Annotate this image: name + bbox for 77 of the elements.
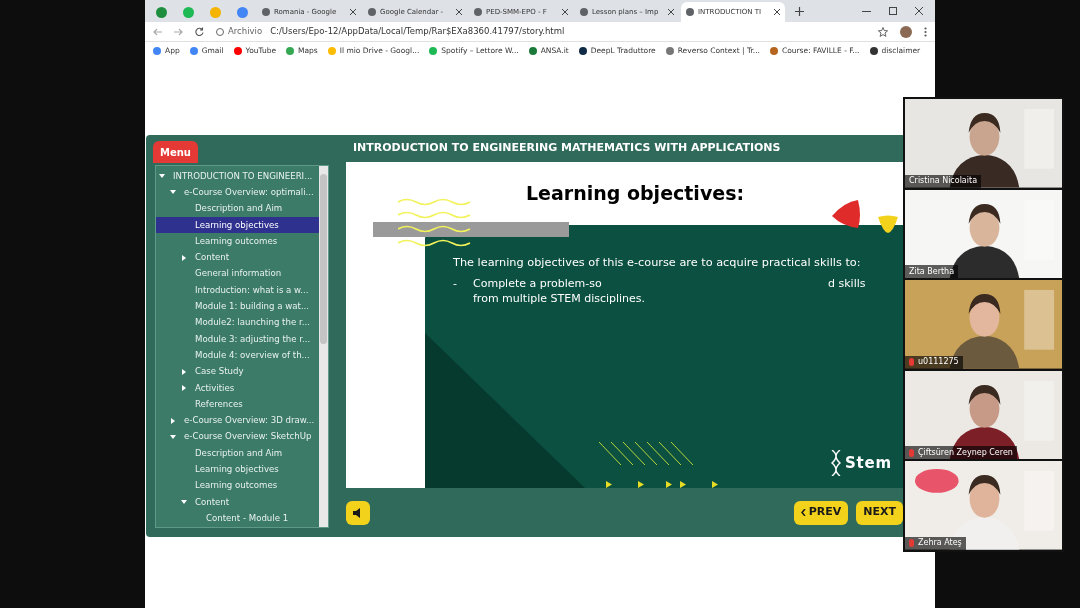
participant-name: Cristina Nicolaita (909, 175, 978, 188)
star-icon[interactable] (878, 26, 888, 37)
menu-item[interactable]: Learning objectives (156, 461, 319, 478)
menu-button[interactable]: Menu (153, 141, 198, 163)
sound-button[interactable] (346, 500, 370, 525)
participant-name: Zita Bertha (909, 265, 955, 278)
more-icon[interactable] (924, 26, 927, 37)
chevron-left-icon (800, 509, 806, 516)
dna-icon (831, 450, 841, 476)
logo-text: Stem (845, 452, 892, 474)
url-text: C:/Users/Epo-12/AppData/Local/Temp/Rar$EXa8360.41797/story.html (270, 25, 565, 38)
menu-item[interactable]: Content - Module 1 (156, 510, 319, 527)
caret-down-icon[interactable] (159, 173, 165, 180)
favicon-icon (183, 6, 194, 18)
close-icon[interactable] (350, 9, 356, 15)
caret-down-icon[interactable] (181, 499, 187, 506)
blob-shape (830, 198, 862, 230)
close-icon[interactable] (668, 9, 674, 15)
menu-item[interactable]: Case Study (156, 363, 319, 380)
bullet-marker: - (453, 276, 457, 292)
favicon-icon (156, 6, 167, 18)
next-button[interactable]: NEXT (856, 500, 903, 525)
menu-item[interactable]: Content (156, 249, 319, 266)
restore-icon[interactable] (889, 7, 897, 15)
menu-item[interactable]: INTRODUCTION TO ENGINEERI... (156, 168, 319, 185)
participant-name: Çiftsüren Zeynep Ceren (918, 446, 1013, 459)
intro-text: The learning objectives of this e-course are to acquire practical skills to: (453, 255, 861, 271)
new-tab-icon[interactable] (795, 6, 804, 16)
favicon-icon (686, 8, 694, 16)
favicon-icon (474, 8, 482, 16)
address-bar[interactable]: Archivio C:/Users/Epo-12/AppData/Local/Temp/Rar$EXa8360.41797/story.html (216, 25, 866, 38)
reload-icon[interactable] (195, 27, 204, 36)
menu-item[interactable]: References (156, 396, 319, 413)
menu-item[interactable]: General information (156, 265, 319, 283)
close-icon[interactable] (774, 9, 780, 15)
bullet-text: from multiple STEM disciplines. (473, 291, 646, 307)
menu-item[interactable]: Activities (156, 379, 319, 397)
participant-name: Zehra Ateş (918, 537, 962, 550)
favicon-icon (262, 8, 270, 16)
menu-item[interactable]: Module2: launching the r... (156, 314, 319, 331)
close-icon[interactable] (456, 9, 462, 15)
favicon-icon (580, 8, 588, 16)
menu-item[interactable]: Description and Aim (156, 445, 319, 462)
menu-item[interactable]: Content (156, 493, 319, 511)
bullet-text: d skills (828, 276, 866, 292)
scheme-label: Archivio (228, 25, 263, 38)
slide-heading: Learning objectives: (526, 181, 745, 206)
caret-right-icon[interactable] (181, 368, 187, 375)
caret-right-icon[interactable] (181, 385, 187, 391)
favicon-icon (210, 6, 221, 18)
caret-down-icon[interactable] (170, 189, 176, 196)
menu-item[interactable]: e-Course Overview: 3D draw... (156, 412, 319, 429)
prev-button[interactable]: PREV (793, 500, 849, 525)
close-icon[interactable] (562, 9, 568, 15)
minimize-icon[interactable] (862, 10, 871, 12)
menu-item[interactable]: Module 4: overview of th... (156, 347, 319, 364)
scrollbar[interactable] (319, 166, 328, 527)
menu-item[interactable]: Module 1: building a wat... (156, 298, 319, 315)
menu-item[interactable]: Introduction: what is a w... (156, 282, 319, 299)
menu-item[interactable]: Description and Aim (156, 200, 319, 217)
course-title: INTRODUCTION TO ENGINEERING MATHEMATICS WITH APPLICATIONS (353, 140, 781, 157)
caret-down-icon[interactable] (170, 433, 176, 440)
menu-item[interactable]: Learning outcomes (156, 477, 319, 494)
participant-name: u0111275 (918, 356, 959, 369)
close-icon[interactable] (915, 7, 923, 15)
avatar-icon[interactable] (900, 25, 912, 38)
menu-item[interactable]: Learning objectives (156, 216, 319, 234)
menu-item[interactable]: Module 3: adjusting the r... (156, 330, 319, 348)
caret-right-icon[interactable] (181, 254, 187, 261)
favicon-icon (368, 8, 376, 16)
favicon-icon (237, 6, 248, 18)
menu-item[interactable]: e-Course Overview: SketchUp (156, 428, 319, 446)
menu-item[interactable]: Learning outcomes (156, 233, 319, 250)
blob-shape (877, 214, 899, 234)
bullet-text: Complete a problem-so (473, 276, 602, 292)
caret-right-icon[interactable] (170, 417, 176, 424)
menu-item[interactable]: e-Course Overview: optimali... (156, 184, 319, 201)
